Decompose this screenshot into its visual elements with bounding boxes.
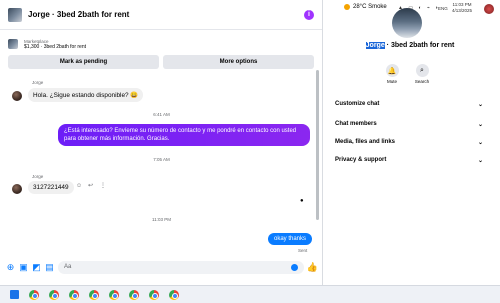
taskbar: [0, 285, 500, 303]
timestamp: 6:41 AM: [153, 112, 170, 117]
language-indicator[interactable]: ENG: [438, 6, 448, 11]
message-input-placeholder: Aa: [64, 264, 72, 270]
sender-avatar[interactable]: [12, 91, 22, 101]
composer: ⊕ ▣ ◩ ▤ Aa 👍: [0, 257, 322, 277]
windows-start-icon[interactable]: [10, 290, 19, 299]
clock-date: 4/13/2025: [452, 8, 473, 13]
conversation-name: Jorge · 3bed 2bath for rent: [335, 42, 485, 49]
chat-title[interactable]: Jorge · 3bed 2bath for rent: [28, 10, 304, 19]
chrome-icon[interactable]: [69, 289, 79, 300]
reply-icon[interactable]: ↩: [88, 182, 93, 189]
more-options-button[interactable]: More options: [163, 55, 314, 69]
listing-actions: Mark as pending More options: [0, 55, 322, 69]
message-bubble-outgoing[interactable]: okay thanks: [268, 233, 313, 245]
emoji-icon[interactable]: [291, 263, 298, 271]
react-icon[interactable]: ☺: [76, 183, 82, 189]
plus-icon[interactable]: ⊕: [6, 262, 15, 272]
search-label: Search: [414, 79, 430, 84]
timestamp: 11:03 PM: [152, 217, 171, 222]
gif-icon[interactable]: ▤: [45, 262, 54, 272]
section-customize-chat[interactable]: Customize chat ⌄: [335, 101, 483, 108]
chrome-icon[interactable]: [109, 289, 119, 300]
listing-photo[interactable]: [392, 8, 422, 38]
help-icon[interactable]: ●: [300, 198, 304, 204]
mute-label: Mute: [386, 79, 397, 84]
chrome-icon[interactable]: [89, 289, 99, 300]
weather-text: 28°C Smoke: [353, 4, 387, 10]
more-icon[interactable]: ⋮: [100, 182, 106, 189]
marketplace-description: $1,300 · 3bed 2bath for rent: [24, 43, 86, 50]
section-label: Chat members: [335, 121, 377, 127]
listing-avatar[interactable]: [8, 7, 22, 22]
taskbar-clock[interactable]: 11:03 PM 4/13/2025: [452, 2, 472, 14]
chevron-down-icon: ⌄: [477, 140, 483, 146]
section-chat-members[interactable]: Chat members ⌄: [335, 121, 483, 128]
section-label: Media, files and links: [335, 139, 396, 145]
section-media-files-links[interactable]: Media, files and links ⌄: [335, 139, 483, 146]
sender-name: Jorge: [32, 80, 44, 85]
search-icon[interactable]: ⌕: [415, 64, 429, 77]
delivery-status: Sent: [298, 248, 308, 253]
section-privacy-support[interactable]: Privacy & support ⌄: [335, 157, 483, 164]
mute-control[interactable]: 🔔 Mute: [377, 64, 407, 84]
message-input[interactable]: Aa: [58, 260, 304, 274]
listing-thumbnail: [8, 39, 18, 49]
chrome-icon[interactable]: [49, 289, 59, 300]
sticker-icon[interactable]: ◩: [32, 262, 41, 272]
section-label: Privacy & support: [335, 157, 387, 163]
chrome-icon[interactable]: [169, 289, 179, 300]
chat-pane: Jorge · 3bed 2bath for rent i Marketplac…: [0, 0, 323, 285]
name-highlight: Jorge: [365, 42, 385, 49]
weather-widget[interactable]: 28°C Smoke: [344, 4, 387, 10]
chevron-down-icon: ⌄: [477, 102, 483, 108]
name-rest: · 3bed 2bath for rent: [384, 42, 455, 49]
system-tray[interactable]: ▲ ▭ ◐ ⌁ ◗: [398, 5, 440, 11]
search-control[interactable]: ⌕ Search: [407, 64, 437, 84]
message-bubble-outgoing[interactable]: ¿Está interesado? Envíeme su número de c…: [58, 124, 310, 146]
sun-icon: [344, 4, 350, 10]
marketplace-text: Marketplace $1,300 · 3bed 2bath for rent: [24, 39, 86, 50]
thumbs-up-icon[interactable]: 👍: [307, 262, 318, 272]
chrome-icon[interactable]: [29, 289, 39, 300]
chat-scrollbar[interactable]: [316, 70, 319, 220]
chat-header: Jorge · 3bed 2bath for rent i: [0, 0, 322, 30]
mark-as-pending-button[interactable]: Mark as pending: [8, 55, 159, 69]
bell-icon[interactable]: 🔔: [385, 64, 399, 77]
chrome-icon[interactable]: [149, 289, 159, 300]
message-bubble-incoming[interactable]: Hola. ¿Sigue estando disponible? 😀: [28, 88, 144, 102]
sender-name: Jorge: [32, 174, 44, 179]
notification-avatar[interactable]: [484, 4, 494, 14]
info-icon[interactable]: i: [304, 9, 314, 20]
image-icon[interactable]: ▣: [19, 262, 28, 272]
marketplace-listing[interactable]: Marketplace $1,300 · 3bed 2bath for rent: [0, 34, 322, 54]
message-bubble-incoming[interactable]: 3127221449: [28, 181, 74, 194]
section-label: Customize chat: [335, 101, 380, 107]
chrome-icon[interactable]: [129, 289, 139, 300]
timestamp: 7:05 AM: [153, 157, 170, 162]
sender-avatar[interactable]: [12, 184, 22, 194]
chevron-down-icon: ⌄: [477, 122, 483, 128]
chevron-down-icon: ⌄: [477, 158, 483, 164]
